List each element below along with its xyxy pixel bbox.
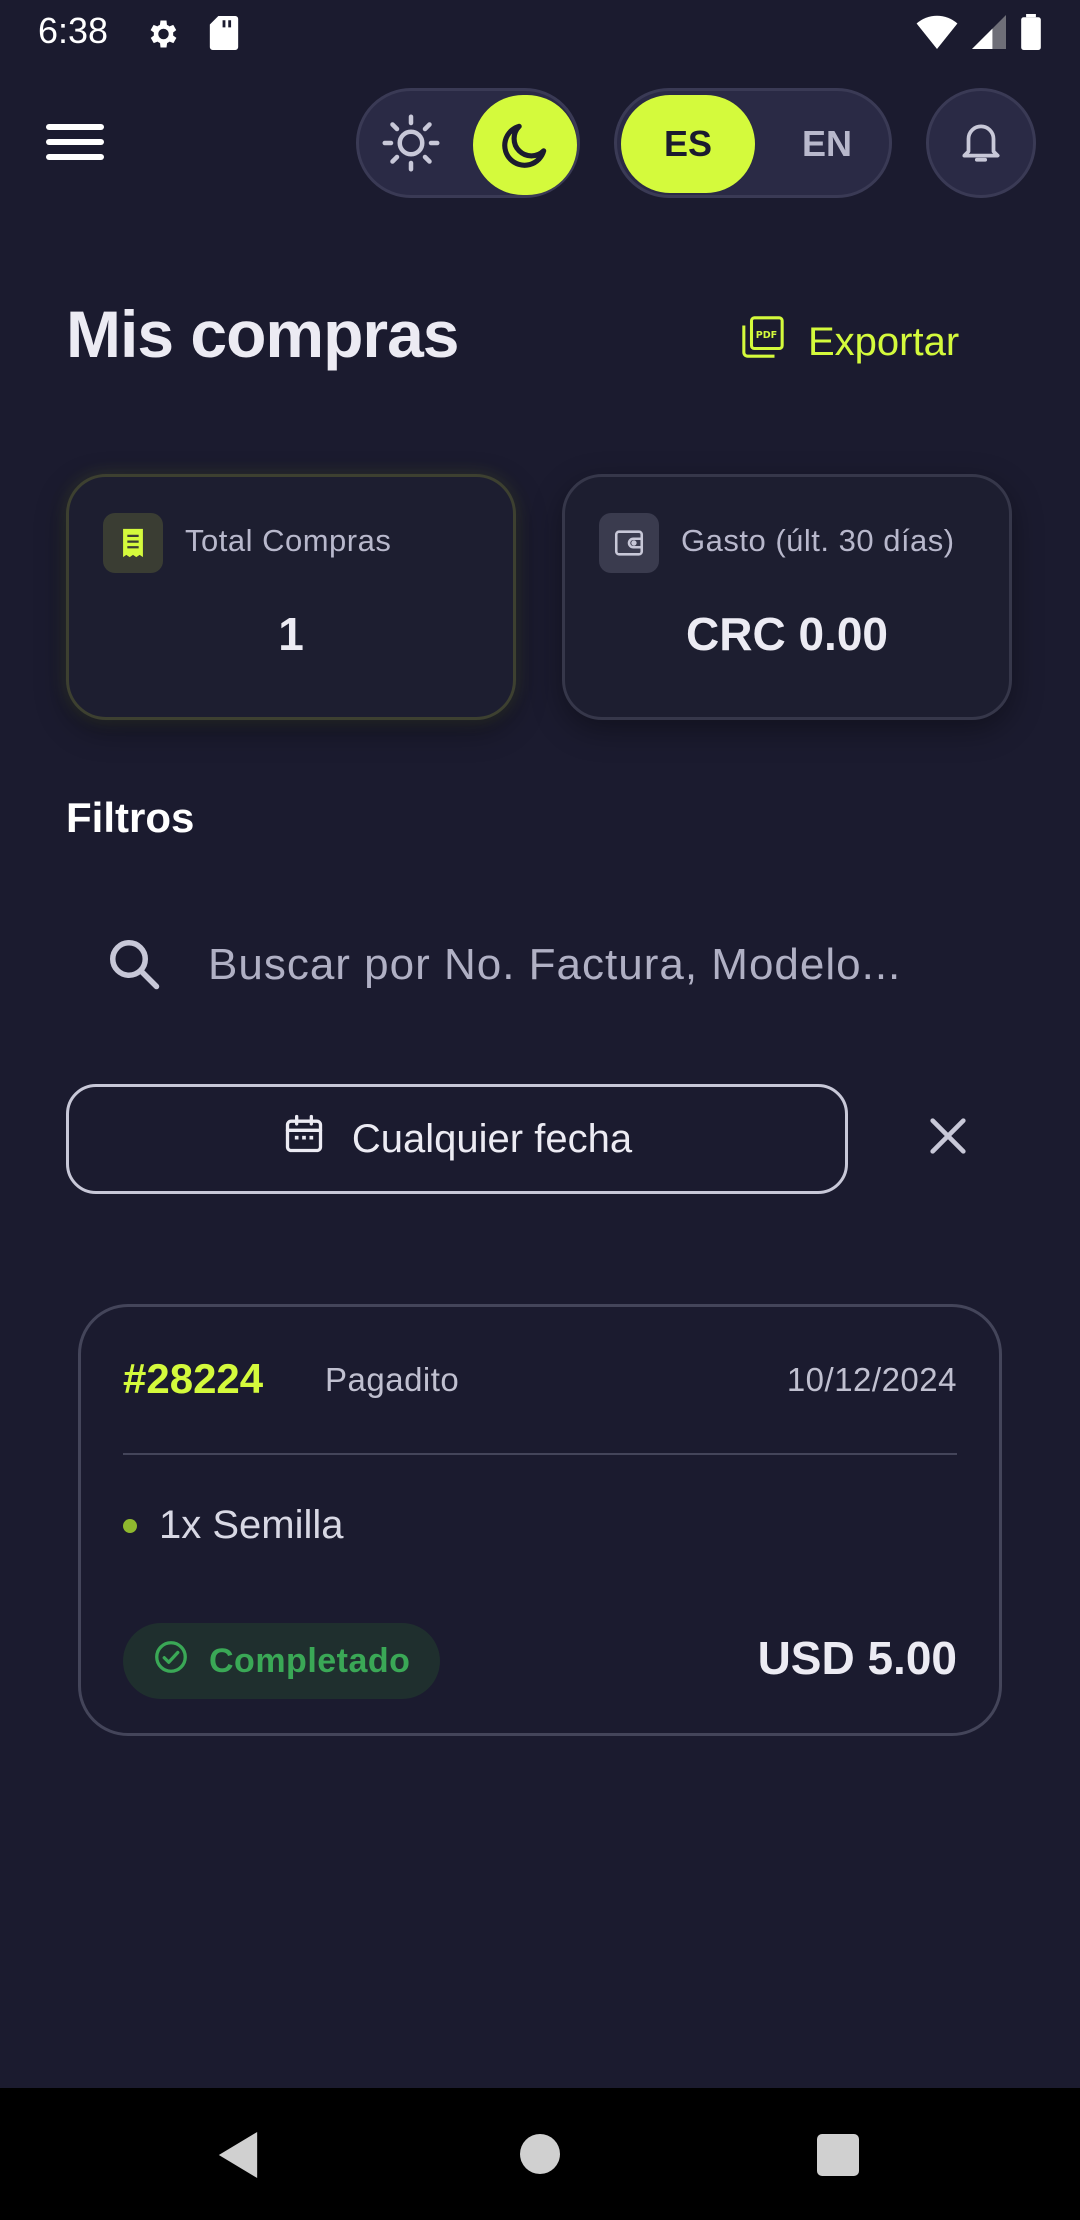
search-icon bbox=[104, 934, 164, 998]
notifications-button[interactable] bbox=[926, 88, 1036, 198]
theme-toggle[interactable] bbox=[356, 88, 580, 198]
sd-card-icon bbox=[208, 16, 240, 54]
purchase-card[interactable]: #28224 Pagadito 10/12/2024 1x Semilla Co… bbox=[78, 1304, 1002, 1736]
card-divider bbox=[123, 1453, 957, 1455]
receipt-icon bbox=[103, 513, 163, 573]
settings-icon bbox=[144, 16, 180, 56]
date-filter-button[interactable]: Cualquier fecha bbox=[66, 1084, 848, 1194]
search-input[interactable] bbox=[208, 930, 1008, 1000]
signal-icon bbox=[972, 15, 1006, 53]
language-en-button[interactable]: EN bbox=[767, 95, 887, 193]
check-circle-icon bbox=[153, 1639, 189, 1684]
bell-icon bbox=[956, 116, 1006, 170]
back-icon[interactable] bbox=[218, 2132, 258, 2182]
purchase-date: 10/12/2024 bbox=[786, 1361, 957, 1398]
payment-method: Pagadito bbox=[325, 1361, 460, 1398]
language-es-button[interactable]: ES bbox=[621, 95, 755, 193]
status-bar: 6:38 bbox=[0, 0, 1080, 66]
purchase-total: USD 5.00 bbox=[757, 1632, 957, 1684]
system-nav-bar bbox=[0, 2088, 1080, 2220]
stat-label: Total Compras bbox=[185, 523, 392, 558]
purchase-item: 1x Semilla bbox=[123, 1503, 344, 1548]
battery-icon bbox=[1020, 14, 1042, 54]
page-title: Mis compras bbox=[66, 297, 459, 371]
stat-card-spending: Gasto (últ. 30 días) CRC 0.00 bbox=[562, 474, 1012, 720]
calendar-icon bbox=[282, 1112, 326, 1166]
status-time: 6:38 bbox=[38, 10, 109, 51]
wallet-icon bbox=[599, 513, 659, 573]
sun-icon[interactable] bbox=[377, 109, 445, 177]
status-badge: Completado bbox=[123, 1623, 441, 1699]
stat-value: CRC 0.00 bbox=[686, 608, 888, 660]
hamburger-menu-icon[interactable] bbox=[46, 118, 110, 166]
status-label: Completado bbox=[209, 1641, 411, 1680]
stat-label: Gasto (últ. 30 días) bbox=[681, 523, 955, 558]
wifi-icon bbox=[916, 15, 958, 53]
pdf-icon: PDF bbox=[740, 314, 786, 370]
svg-text:PDF: PDF bbox=[756, 330, 778, 341]
search-bar bbox=[66, 900, 1008, 1030]
language-toggle[interactable]: ES EN bbox=[614, 88, 892, 198]
stat-value: 1 bbox=[278, 608, 304, 660]
moon-icon[interactable] bbox=[473, 95, 577, 195]
invoice-number: #28224 bbox=[123, 1355, 264, 1402]
screen: 6:38 ES EN Mis compras PDF Exportar Tota… bbox=[0, 0, 1080, 2220]
filters-title: Filtros bbox=[66, 794, 195, 841]
status-right-icons bbox=[916, 14, 1042, 54]
home-icon[interactable] bbox=[520, 2134, 560, 2174]
close-icon[interactable] bbox=[918, 1106, 978, 1166]
purchase-item-label: 1x Semilla bbox=[159, 1503, 344, 1547]
recents-icon[interactable] bbox=[817, 2134, 859, 2176]
date-filter-label: Cualquier fecha bbox=[351, 1116, 633, 1161]
export-label: Exportar bbox=[808, 319, 960, 364]
bullet-dot bbox=[123, 1518, 137, 1533]
stat-card-total-purchases: Total Compras 1 bbox=[66, 474, 516, 720]
export-button[interactable]: PDF Exportar bbox=[740, 312, 959, 372]
